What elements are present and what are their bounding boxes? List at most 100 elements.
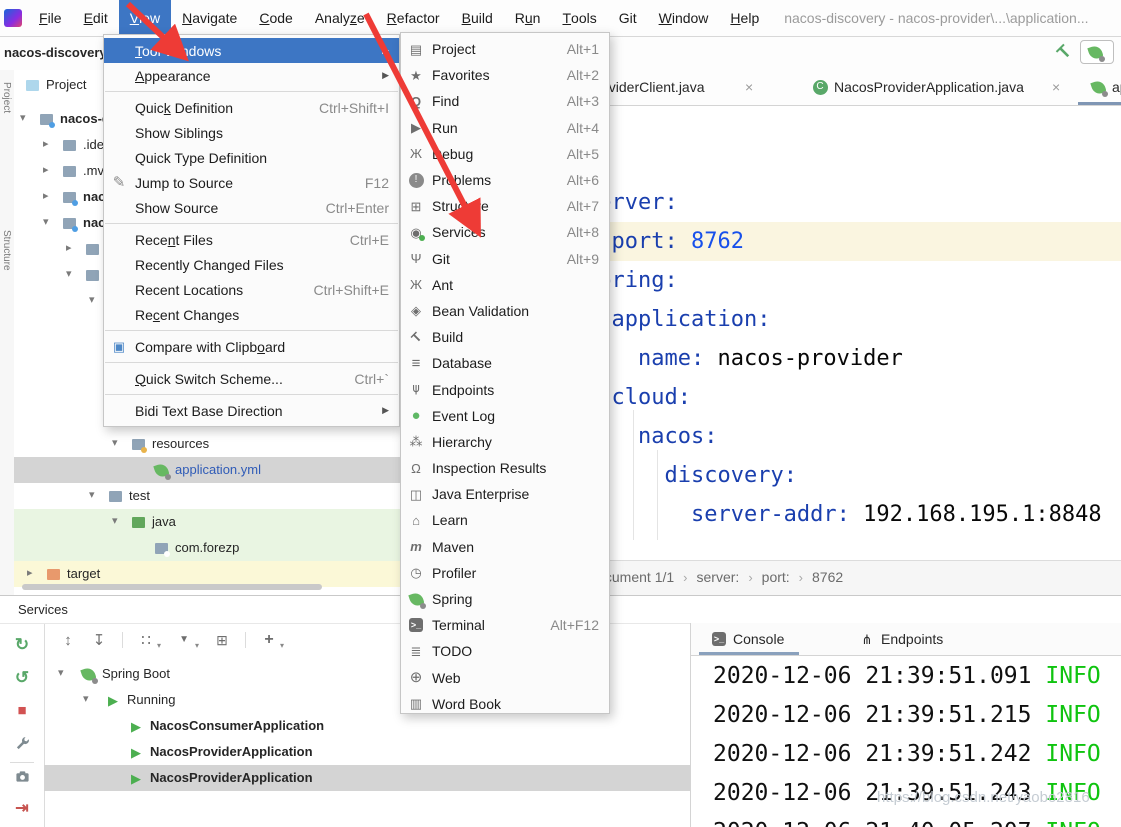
view-menu-item-recent-locations[interactable]: Recent LocationsCtrl+Shift+E [104,277,399,302]
tool-windows-item-git[interactable]: ΨGitAlt+9 [401,246,609,272]
run-config-selector[interactable] [1080,40,1114,64]
tool-windows-item-problems[interactable]: !ProblemsAlt+6 [401,167,609,193]
tool-windows-item-terminal[interactable]: >_TerminalAlt+F12 [401,612,609,638]
editor-tab-nacosproviderapplication-java[interactable]: NacosProviderApplication.java [834,79,1024,95]
tool-windows-item-project[interactable]: ▤ProjectAlt+1 [401,36,609,62]
tool-windows-item-favorites[interactable]: ★FavoritesAlt+2 [401,62,609,88]
project-tree-row-com-forezp[interactable]: com.forezp [14,535,410,561]
view-menu-item-recently-changed-files[interactable]: Recently Changed Files [104,252,399,277]
stop-icon[interactable]: ■ [14,702,30,718]
menu-navigate[interactable]: Navigate [171,0,248,36]
chevron-right-icon[interactable]: ▸ [43,190,49,203]
view-menu-item-recent-files[interactable]: Recent FilesCtrl+E [104,227,399,252]
tool-windows-item-spring[interactable]: Spring [401,586,609,612]
update-application-icon[interactable]: ↺ [14,669,30,685]
view-menu-item-show-source[interactable]: Show SourceCtrl+Enter [104,195,399,220]
view-menu-item-recent-changes[interactable]: Recent Changes [104,302,399,327]
exit-icon[interactable]: ⇥ [14,801,30,817]
tab-close-icon[interactable]: × [1052,79,1060,95]
tool-windows-item-bean-validation[interactable]: ◈Bean Validation [401,298,609,324]
menu-help[interactable]: Help [719,0,770,36]
tool-windows-item-java-enterprise[interactable]: ◫Java Enterprise [401,481,609,507]
menu-tools[interactable]: Tools [551,0,607,36]
tool-windows-item-profiler[interactable]: ◷Profiler [401,560,609,586]
tool-windows-item-database[interactable]: ≡Database [401,350,609,376]
breadcrumb-segment[interactable]: port: [762,569,790,585]
yaml-code[interactable]: server: port: 8762spring: application: n… [585,183,1102,534]
tool-windows-item-services[interactable]: ◉ServicesAlt+8 [401,219,609,245]
menu-edit[interactable]: Edit [73,0,119,36]
tool-windows-item-ant[interactable]: ЖAnt [401,272,609,298]
chevron-down-icon[interactable]: ▾ [89,489,95,502]
menu-file[interactable]: File [28,0,73,36]
breadcrumb-segment[interactable]: 8762 [812,569,843,585]
console-terminal-icon[interactable]: >_ [711,631,727,647]
collapse-all-icon[interactable]: ↧ [91,632,107,648]
menu-window[interactable]: Window [648,0,720,36]
project-hscrollbar[interactable] [22,584,322,590]
menu-analyze[interactable]: Analyze [304,0,376,36]
tool-windows-item-find[interactable]: QFindAlt+3 [401,88,609,114]
view-menu-item-jump-to-source[interactable]: ✎Jump to SourceF12 [104,170,399,195]
camera-icon[interactable] [14,768,30,784]
view-menu-item-bidi-text-base-direction[interactable]: Bidi Text Base Direction▶ [104,398,399,423]
view-menu-item-quick-switch-scheme[interactable]: Quick Switch Scheme...Ctrl+` [104,366,399,391]
chevron-down-icon[interactable]: ▾ [20,112,26,125]
group-icon[interactable]: ∷ [138,632,154,648]
view-menu-item-quick-definition[interactable]: Quick DefinitionCtrl+Shift+I [104,95,399,120]
tool-windows-item-build[interactable]: TBuild [401,324,609,350]
chevron-down-icon[interactable]: ▾ [43,216,49,229]
tool-windows-item-learn[interactable]: ⌂Learn [401,507,609,533]
chevron-right-icon[interactable]: ▸ [27,567,33,580]
chevron-right-icon[interactable]: ▸ [66,242,72,255]
chevron-down-icon[interactable]: ▾ [83,693,89,706]
menu-refactor[interactable]: Refactor [376,0,451,36]
expand-all-icon[interactable]: ↕ [60,632,76,648]
breadcrumb-segment[interactable]: server: [697,569,740,585]
chevron-down-icon[interactable]: ▾ [112,437,118,450]
tool-windows-item-word-book[interactable]: ▥Word Book [401,691,609,717]
chevron-down-icon[interactable]: ▾ [89,294,95,307]
console-tab-console[interactable]: Console [733,631,784,647]
tool-windows-item-debug[interactable]: ЖDebugAlt+5 [401,141,609,167]
tab-close-icon[interactable]: × [745,79,753,95]
stripe-label-project[interactable]: Project [1,82,12,113]
chevron-down-icon[interactable]: ▾ [66,268,72,281]
service-row-nacosproviderapplication[interactable]: ▶NacosProviderApplication [44,765,690,791]
chevron-right-icon[interactable]: ▸ [43,138,49,151]
chevron-right-icon[interactable]: ▸ [43,164,49,177]
endpoints-orange-icon[interactable]: ⋔ [859,631,875,647]
tool-windows-item-run[interactable]: ▶RunAlt+4 [401,115,609,141]
stripe-label-structure[interactable]: Structure [1,230,12,271]
filter-icon[interactable]: ▼ [176,632,192,648]
nav-breadcrumb[interactable]: nacos-discovery [4,45,107,60]
menu-code[interactable]: Code [248,0,303,36]
view-menu-item-appearance[interactable]: Appearance▶ [104,63,399,88]
add-icon[interactable]: + [261,632,277,648]
project-tree-row-resources[interactable]: ▾resources [14,431,410,457]
view-menu-item-compare-with-clipboard[interactable]: ▣Compare with Clipboard [104,334,399,359]
tool-windows-item-structure[interactable]: ⊞StructureAlt+7 [401,193,609,219]
frame-plus-icon[interactable]: ⊞ [214,632,230,648]
tool-windows-item-inspection-results[interactable]: ΩInspection Results [401,455,609,481]
chevron-down-icon[interactable]: ▾ [112,515,118,528]
chevron-down-icon[interactable]: ▾ [58,667,64,680]
menu-build[interactable]: Build [451,0,504,36]
project-tree-row-application-yml[interactable]: application.yml [14,457,410,483]
project-tree-row-java[interactable]: ▾java [14,509,410,535]
service-row-nacosconsumerapplication[interactable]: ▶NacosConsumerApplication [44,713,690,739]
service-row-nacosproviderapplication[interactable]: ▶NacosProviderApplication [44,739,690,765]
tool-windows-item-web[interactable]: ⊕Web [401,665,609,691]
editor-tab-application-yml[interactable]: application.yml [1112,79,1121,95]
tool-windows-item-todo[interactable]: ≣TODO [401,638,609,664]
view-menu-item-show-siblings[interactable]: Show Siblings [104,120,399,145]
project-tree-row-test[interactable]: ▾test [14,483,410,509]
console-tab-endpoints[interactable]: Endpoints [881,631,943,647]
menu-git[interactable]: Git [608,0,648,36]
rerun-icon[interactable]: ↻ [14,636,30,652]
menu-run[interactable]: Run [504,0,552,36]
wrench-icon[interactable] [14,735,30,751]
tool-windows-item-maven[interactable]: mMaven [401,534,609,560]
menu-view[interactable]: View [119,0,171,36]
view-menu-item-tool-windows[interactable]: Tool Windows▶ [104,38,399,63]
